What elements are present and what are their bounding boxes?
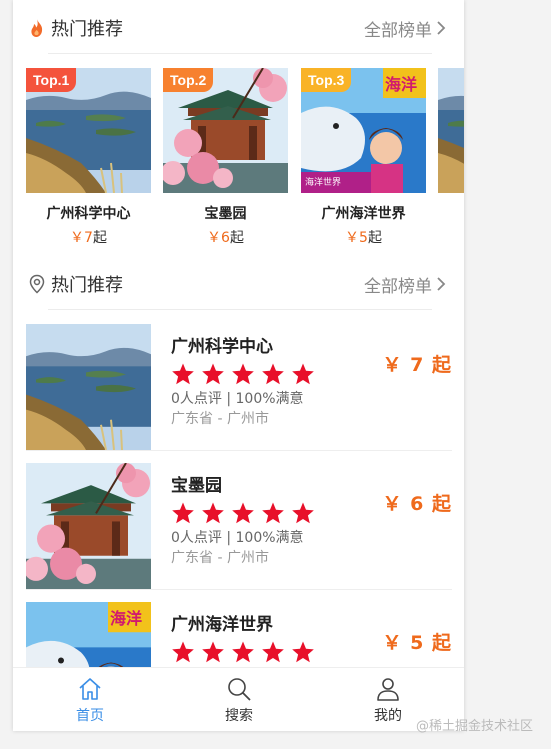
top-card-2[interactable]: Top.2 宝墨园 ￥6起 <box>163 68 288 247</box>
rank-badge: Top.2 <box>163 68 214 92</box>
star-icon <box>201 640 225 664</box>
review-summary: 0人点评 | 100%满意 <box>171 391 304 407</box>
bottom-tab-bar: 首页 搜索 我的 <box>13 667 464 731</box>
search-icon <box>228 678 251 701</box>
divider <box>48 53 432 54</box>
top-card-partial[interactable] <box>438 68 464 193</box>
attraction-photo <box>26 463 151 589</box>
star-icon <box>171 501 195 525</box>
star-rating <box>171 501 315 525</box>
section-title: 热门推荐 <box>51 275 123 296</box>
tab-home[interactable]: 首页 <box>15 668 165 731</box>
location-text: 广东省 - 广州市 <box>171 411 269 427</box>
attraction-photo <box>438 68 464 193</box>
home-icon <box>79 678 101 700</box>
star-rating <box>171 640 315 664</box>
flame-icon <box>28 18 46 38</box>
chevron-right-icon[interactable] <box>436 276 446 292</box>
location-text: 广东省 - 广州市 <box>171 550 269 566</box>
star-icon <box>171 640 195 664</box>
star-icon <box>261 640 285 664</box>
star-icon <box>171 362 195 386</box>
attraction-photo: Top.2 <box>163 68 288 193</box>
attraction-photo: Top.1 <box>26 68 151 193</box>
price: ￥ 7 起 <box>382 354 452 376</box>
attraction-name: 广州海洋世界 <box>171 615 273 635</box>
star-icon <box>291 640 315 664</box>
top-card-1[interactable]: Top.1 广州科学中心 ￥7起 <box>26 68 151 247</box>
attraction-name: 宝墨园 <box>171 476 222 496</box>
attraction-name: 广州海洋世界 <box>321 206 406 222</box>
divider <box>26 450 452 451</box>
attraction-photo <box>26 324 151 450</box>
review-summary: 0人点评 | 100%满意 <box>171 530 304 546</box>
star-icon <box>291 362 315 386</box>
star-icon <box>231 640 255 664</box>
divider <box>26 589 452 590</box>
star-rating <box>171 362 315 386</box>
top-ranking-carousel[interactable]: Top.1 广州科学中心 ￥7起 Top.2 宝墨园 ￥6起 Top.3 广州海… <box>26 68 464 248</box>
price: ￥ 5 起 <box>382 632 452 654</box>
location-pin-icon <box>28 274 46 294</box>
price: ￥ 6 起 <box>382 493 452 515</box>
star-icon <box>261 501 285 525</box>
section-title: 热门推荐 <box>51 19 123 40</box>
price: ￥7起 <box>70 230 107 246</box>
attraction-list-item[interactable]: 宝墨园 0人点评 | 100%满意 广东省 - 广州市 ￥ 6 起 <box>26 463 452 589</box>
tab-label: 首页 <box>76 708 104 724</box>
price: ￥5起 <box>345 230 382 246</box>
all-rankings-link[interactable]: 全部榜单 <box>364 16 432 41</box>
tab-label: 搜索 <box>225 708 253 724</box>
watermark-text: @稀土掘金技术社区 <box>415 719 533 734</box>
top-card-3[interactable]: Top.3 广州海洋世界 ￥5起 <box>301 68 426 247</box>
tab-search[interactable]: 搜索 <box>164 668 314 731</box>
star-icon <box>231 501 255 525</box>
hot-recommend-header-2: 热门推荐 全部榜单 <box>13 264 464 304</box>
rank-badge: Top.1 <box>26 68 77 92</box>
star-icon <box>261 362 285 386</box>
chevron-right-icon[interactable] <box>436 20 446 36</box>
user-icon <box>377 678 399 701</box>
attraction-name: 广州科学中心 <box>46 206 131 222</box>
attraction-list-item[interactable]: 广州科学中心 0人点评 | 100%满意 广东省 - 广州市 ￥ 7 起 <box>26 324 452 450</box>
attraction-photo: Top.3 <box>301 68 426 193</box>
all-rankings-link[interactable]: 全部榜单 <box>364 272 432 297</box>
star-icon <box>201 501 225 525</box>
price: ￥6起 <box>207 230 244 246</box>
star-icon <box>291 501 315 525</box>
attraction-name: 宝墨园 <box>204 206 247 222</box>
app-screen: 热门推荐 全部榜单 Top.1 广州科学中心 ￥7起 Top.2 宝墨园 ￥6起 <box>13 0 464 731</box>
divider <box>48 309 432 310</box>
hot-recommend-header: 热门推荐 全部榜单 <box>13 8 464 48</box>
star-icon <box>201 362 225 386</box>
attraction-name: 广州科学中心 <box>171 337 273 357</box>
rank-badge: Top.3 <box>301 68 352 92</box>
star-icon <box>231 362 255 386</box>
